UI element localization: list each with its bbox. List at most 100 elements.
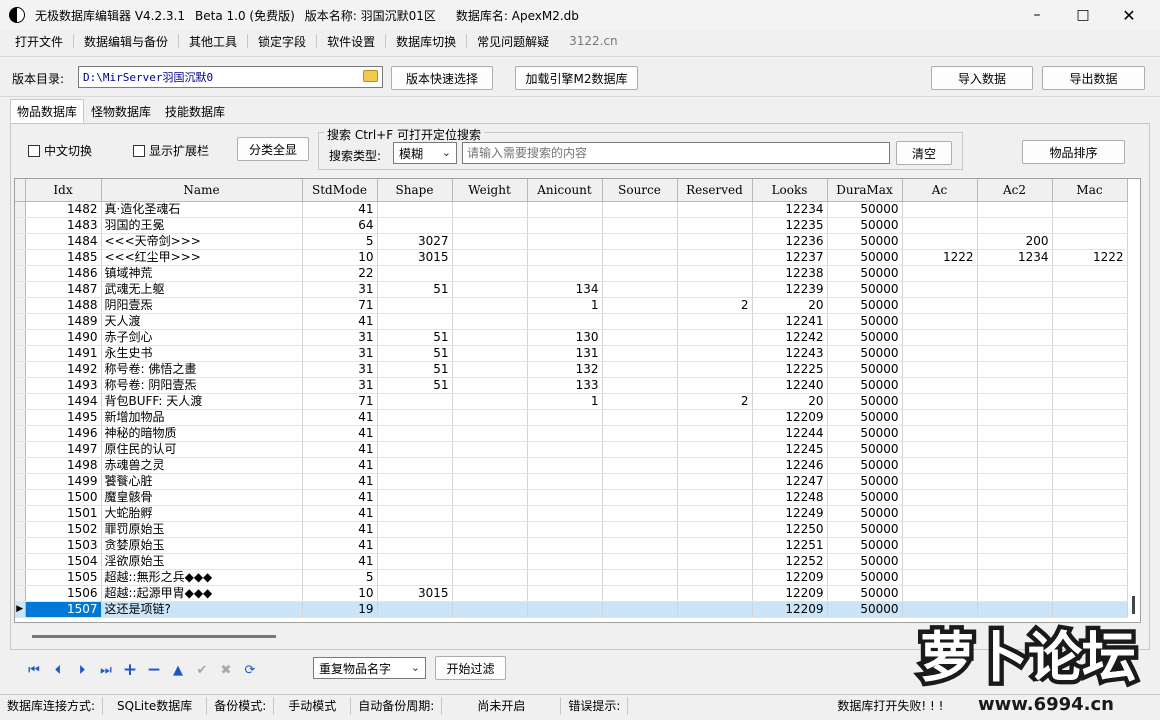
column-header-stdmode[interactable]: StdMode (302, 179, 378, 202)
cell-duramax[interactable]: 50000 (827, 601, 903, 618)
cell-ac[interactable] (902, 217, 978, 234)
cell-source[interactable] (602, 569, 678, 586)
cell-name[interactable]: 神秘的暗物质 (101, 425, 303, 442)
cell-stdmode[interactable]: 41 (302, 473, 378, 490)
cell-shape[interactable]: 51 (377, 345, 453, 362)
cell-ac[interactable] (902, 201, 978, 218)
minimize-icon[interactable]: – (1014, 0, 1060, 30)
cell-looks[interactable]: 12248 (752, 489, 828, 506)
cell-weight[interactable] (452, 601, 528, 618)
cell-ac2[interactable] (977, 521, 1053, 538)
cell-idx[interactable]: 1496 (25, 425, 102, 442)
cell-ac[interactable] (902, 329, 978, 346)
cell-shape[interactable]: 51 (377, 361, 453, 378)
cell-mac[interactable] (1052, 217, 1128, 234)
cell-looks[interactable]: 20 (752, 393, 828, 410)
cell-ac2[interactable] (977, 537, 1053, 554)
cell-duramax[interactable]: 50000 (827, 329, 903, 346)
cell-stdmode[interactable]: 31 (302, 377, 378, 394)
cell-shape[interactable]: 3015 (377, 585, 453, 602)
cell-source[interactable] (602, 377, 678, 394)
cell-anicount[interactable] (527, 521, 603, 538)
cell-duramax[interactable]: 50000 (827, 249, 903, 266)
cell-duramax[interactable]: 50000 (827, 217, 903, 234)
search-input[interactable] (462, 142, 890, 164)
row-indicator[interactable] (15, 281, 26, 298)
cell-idx[interactable]: 1486 (25, 265, 102, 282)
cell-looks[interactable]: 12240 (752, 377, 828, 394)
cell-duramax[interactable]: 50000 (827, 553, 903, 570)
cell-source[interactable] (602, 297, 678, 314)
cell-looks[interactable]: 12243 (752, 345, 828, 362)
cell-idx[interactable]: 1485 (25, 249, 102, 266)
row-indicator[interactable] (15, 489, 26, 506)
refresh-icon[interactable]: ⟳ (238, 663, 262, 678)
cell-anicount[interactable] (527, 489, 603, 506)
cell-anicount[interactable] (527, 233, 603, 250)
cell-looks[interactable]: 12249 (752, 505, 828, 522)
row-indicator[interactable] (15, 441, 26, 458)
cell-weight[interactable] (452, 569, 528, 586)
cell-name[interactable]: 贪婪原始玉 (101, 537, 303, 554)
start-filter-button[interactable]: 开始过滤 (435, 656, 506, 680)
cell-looks[interactable]: 12252 (752, 553, 828, 570)
cell-shape[interactable]: 51 (377, 329, 453, 346)
cell-mac[interactable] (1052, 265, 1128, 282)
cell-name[interactable]: 罪罚原始玉 (101, 521, 303, 538)
cell-source[interactable] (602, 537, 678, 554)
table-row[interactable]: 1487 武魂无上躯 31 51 134 12239 50000 (15, 281, 1128, 298)
cell-ac[interactable] (902, 393, 978, 410)
cell-reserved[interactable] (677, 329, 753, 346)
cell-ac[interactable] (902, 265, 978, 282)
cell-source[interactable] (602, 425, 678, 442)
cell-weight[interactable] (452, 409, 528, 426)
cell-reserved[interactable] (677, 537, 753, 554)
cell-reserved[interactable] (677, 473, 753, 490)
cell-mac[interactable] (1052, 297, 1128, 314)
row-indicator[interactable] (15, 521, 26, 538)
row-indicator[interactable] (15, 393, 26, 410)
cell-anicount[interactable]: 130 (527, 329, 603, 346)
cell-idx[interactable]: 1493 (25, 377, 102, 394)
cell-mac[interactable] (1052, 521, 1128, 538)
cell-source[interactable] (602, 585, 678, 602)
cell-name[interactable]: 魔皇骸骨 (101, 489, 303, 506)
cell-reserved[interactable] (677, 425, 753, 442)
menu-faq[interactable]: 常见问题解疑 (467, 33, 559, 50)
cell-mac[interactable] (1052, 361, 1128, 378)
column-header-idx[interactable]: Idx (25, 179, 102, 202)
cell-anicount[interactable]: 131 (527, 345, 603, 362)
cell-mac[interactable] (1052, 473, 1128, 490)
cell-weight[interactable] (452, 521, 528, 538)
cell-idx[interactable]: 1500 (25, 489, 102, 506)
export-button[interactable]: 导出数据 (1042, 66, 1145, 90)
cell-stdmode[interactable]: 31 (302, 361, 378, 378)
cell-idx[interactable]: 1488 (25, 297, 102, 314)
cell-ac2[interactable] (977, 361, 1053, 378)
cell-mac[interactable] (1052, 569, 1128, 586)
cell-anicount[interactable]: 134 (527, 281, 603, 298)
cell-ac2[interactable] (977, 409, 1053, 426)
cell-ac2[interactable] (977, 201, 1053, 218)
cell-idx[interactable]: 1507 (25, 601, 102, 618)
cell-name[interactable]: 大蛇胎孵 (101, 505, 303, 522)
cell-idx[interactable]: 1482 (25, 201, 102, 218)
cell-duramax[interactable]: 50000 (827, 233, 903, 250)
cell-reserved[interactable] (677, 489, 753, 506)
table-row[interactable]: 1492 称号卷: 佛悟之畫 31 51 132 12225 50000 (15, 361, 1128, 378)
cell-shape[interactable]: 3027 (377, 233, 453, 250)
load-engine-button[interactable]: 加载引擎M2数据库 (515, 66, 638, 90)
cell-reserved[interactable]: 2 (677, 297, 753, 314)
table-row[interactable]: 1485 <<<红尘甲>>> 10 3015 12237 50000 1222 1234 122… (15, 249, 1128, 266)
add-icon[interactable]: + (118, 660, 142, 680)
cell-ac[interactable] (902, 489, 978, 506)
table-row[interactable]: 1504 淫欲原始玉 41 12252 50000 (15, 553, 1128, 570)
cell-shape[interactable] (377, 393, 453, 410)
cell-shape[interactable]: 51 (377, 377, 453, 394)
cell-mac[interactable] (1052, 601, 1128, 618)
table-row[interactable]: 1495 新增加物品 41 12209 50000 (15, 409, 1128, 426)
cell-ac[interactable] (902, 569, 978, 586)
cell-idx[interactable]: 1503 (25, 537, 102, 554)
maximize-icon[interactable]: □ (1060, 0, 1106, 30)
cell-anicount[interactable] (527, 265, 603, 282)
